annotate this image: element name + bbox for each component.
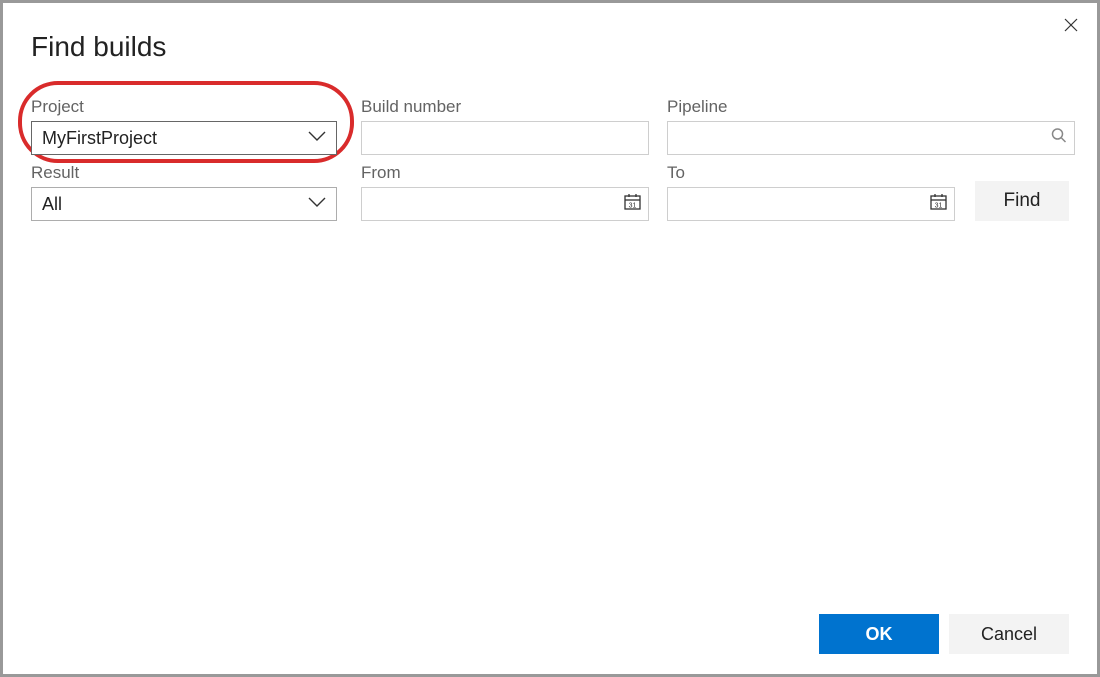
find-button[interactable]: Find bbox=[975, 181, 1069, 221]
pipeline-label: Pipeline bbox=[667, 97, 1075, 117]
from-input[interactable] bbox=[361, 187, 649, 221]
to-input[interactable] bbox=[667, 187, 955, 221]
find-builds-dialog: Find builds Project MyFirstProject Build… bbox=[3, 3, 1097, 674]
chevron-down-icon bbox=[308, 129, 326, 147]
dialog-title: Find builds bbox=[31, 31, 1069, 63]
chevron-down-icon bbox=[308, 195, 326, 213]
to-label: To bbox=[667, 163, 955, 183]
cancel-button[interactable]: Cancel bbox=[949, 614, 1069, 654]
project-field: Project MyFirstProject bbox=[31, 97, 337, 155]
form-row-2: Result All From 31 To bbox=[31, 163, 1069, 221]
result-label: Result bbox=[31, 163, 337, 183]
project-value: MyFirstProject bbox=[42, 128, 157, 149]
build-number-label: Build number bbox=[361, 97, 649, 117]
build-number-field: Build number bbox=[361, 97, 649, 155]
project-label: Project bbox=[31, 97, 337, 117]
pipeline-input[interactable] bbox=[667, 121, 1075, 155]
result-select[interactable]: All bbox=[31, 187, 337, 221]
ok-button[interactable]: OK bbox=[819, 614, 939, 654]
to-field: To 31 bbox=[667, 163, 955, 221]
from-field: From 31 bbox=[361, 163, 649, 221]
from-label: From bbox=[361, 163, 649, 183]
build-number-input[interactable] bbox=[361, 121, 649, 155]
result-value: All bbox=[42, 194, 62, 215]
form-area: Project MyFirstProject Build number Pipe… bbox=[31, 97, 1069, 221]
form-row-1: Project MyFirstProject Build number Pipe… bbox=[31, 97, 1069, 155]
close-icon bbox=[1064, 18, 1078, 32]
result-field: Result All bbox=[31, 163, 337, 221]
pipeline-field: Pipeline bbox=[667, 97, 1075, 155]
project-select[interactable]: MyFirstProject bbox=[31, 121, 337, 155]
dialog-footer: OK Cancel bbox=[819, 614, 1069, 654]
close-button[interactable] bbox=[1057, 11, 1085, 39]
